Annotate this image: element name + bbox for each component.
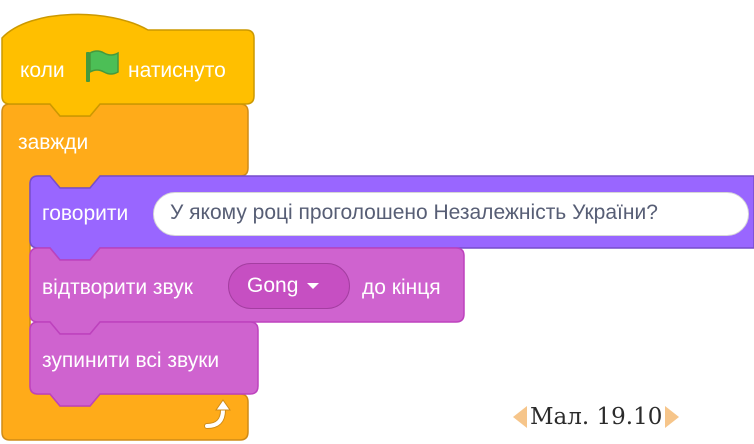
- figure-caption: Мал. 19.10: [513, 404, 680, 430]
- caption-text: Мал. 19.10: [530, 404, 663, 430]
- forever-label: завжди: [18, 131, 89, 154]
- hat-label-after: натиснуто: [128, 59, 226, 82]
- say-label: говорити: [42, 202, 129, 225]
- caption-right-arrow-icon: [665, 406, 680, 428]
- hat-label-before: коли: [20, 59, 65, 82]
- caption-left-arrow-icon: [513, 406, 527, 428]
- chevron-down-icon: [307, 283, 320, 289]
- play-sound-label-after: до кінця: [362, 276, 441, 299]
- stop-sounds-label: зупинити всі звуки: [42, 349, 220, 372]
- sound-dropdown[interactable]: Gong: [228, 263, 350, 309]
- play-sound-label: відтворити звук: [42, 276, 193, 299]
- say-text-input[interactable]: У якому році проголошено Незалежність Ук…: [153, 192, 749, 236]
- sound-dropdown-value: Gong: [247, 274, 299, 297]
